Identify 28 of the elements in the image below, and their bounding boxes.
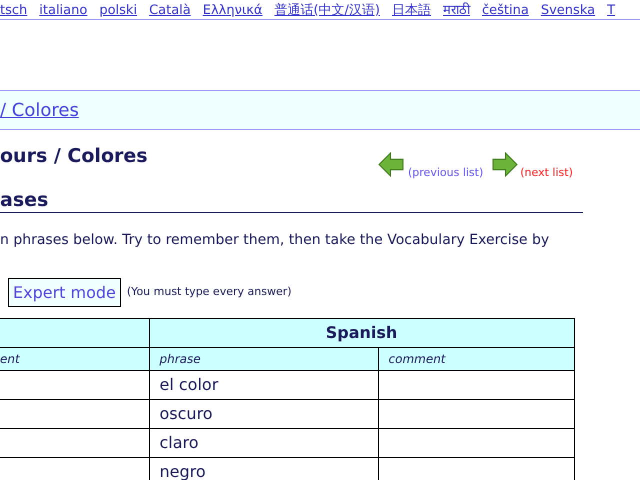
column-header: phrase	[149, 348, 378, 370]
language-link[interactable]: Ελληνικά	[202, 2, 262, 19]
section-heading: ases	[0, 188, 583, 213]
next-list-link[interactable]: (next list)	[520, 164, 573, 181]
intro-text: n phrases below. Try to remember them, then take the Vocabulary Exercise by	[0, 231, 550, 250]
expert-note: (You must type every answer)	[126, 284, 292, 300]
phrase-cell: el color	[149, 370, 378, 400]
language-link[interactable]: tsch	[0, 2, 28, 19]
language-link[interactable]: Català	[149, 2, 191, 19]
language-link[interactable]: polski	[99, 2, 138, 19]
right-arrow-icon[interactable]	[492, 152, 518, 177]
language-link[interactable]: Svenska	[540, 2, 596, 19]
language-header: Spanish	[149, 318, 574, 348]
language-link[interactable]: मराठी	[443, 2, 470, 19]
column-header: comment	[378, 348, 574, 370]
breadcrumb-link[interactable]: / Colores	[0, 96, 79, 124]
previous-list-link[interactable]: (previous list)	[408, 164, 484, 181]
phrase-cell: claro	[149, 428, 378, 458]
language-link[interactable]: T	[607, 2, 616, 19]
phrase-cell: oscuro	[149, 400, 378, 428]
column-header: ent	[0, 348, 149, 370]
language-link[interactable]: 日本語	[392, 2, 432, 19]
left-arrow-icon[interactable]	[378, 152, 404, 177]
page-title: ours / Colores	[0, 144, 149, 169]
language-link[interactable]: italiano	[39, 2, 88, 19]
language-link[interactable]: 普通话(中文/汉语)	[274, 2, 380, 19]
language-link[interactable]: čeština	[482, 2, 529, 19]
expert-mode-button[interactable]: Expert mode	[8, 278, 121, 307]
